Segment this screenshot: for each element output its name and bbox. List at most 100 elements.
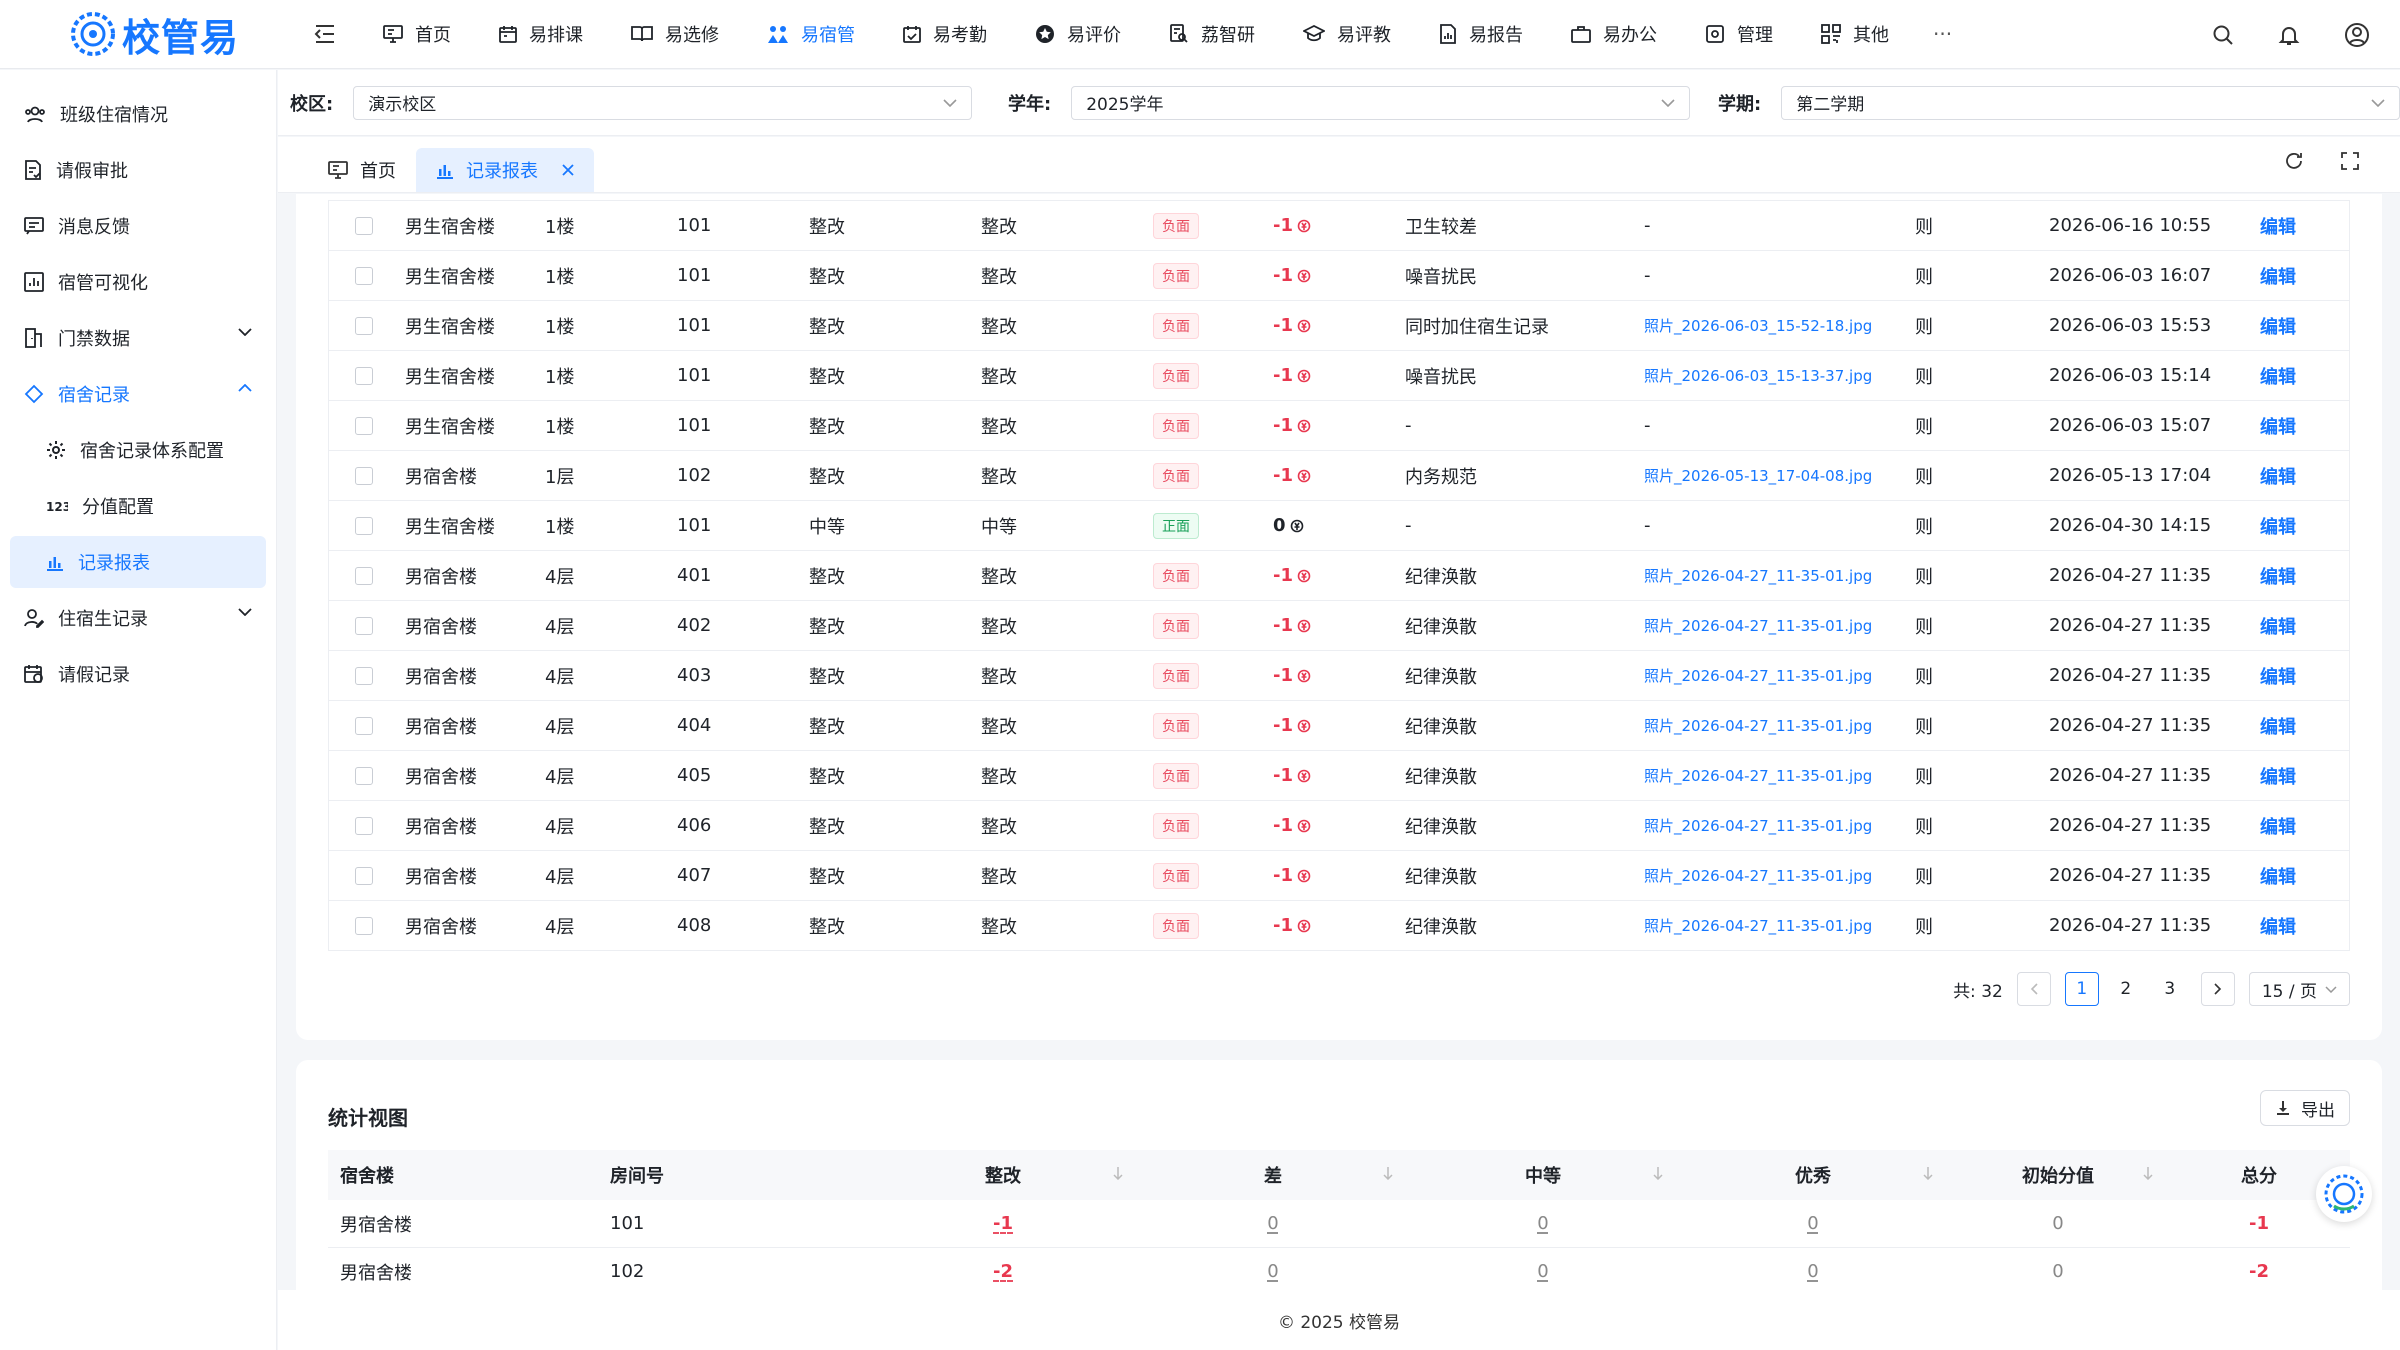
user-avatar-icon[interactable] — [2344, 22, 2370, 48]
page-size-select[interactable]: 15 / 页 — [2248, 972, 2350, 1006]
edit-link[interactable]: 编辑 — [2260, 713, 2320, 739]
row-checkbox[interactable] — [355, 616, 373, 635]
photo-link[interactable]: 照片_2026-04-27_11-35-01.jpg — [1644, 665, 1915, 686]
sidebar-item-7[interactable]: 123 分值配置 — [10, 480, 266, 532]
row-checkbox[interactable] — [355, 916, 373, 935]
close-icon[interactable] — [562, 164, 574, 176]
edit-link[interactable]: 编辑 — [2260, 363, 2320, 389]
photo-link[interactable]: 照片_2026-06-03_15-52-18.jpg — [1644, 315, 1915, 336]
export-button[interactable]: 导出 — [2260, 1090, 2350, 1126]
prev-page-button[interactable] — [2016, 972, 2051, 1006]
photo-link[interactable]: 照片_2026-06-03_15-13-37.jpg — [1644, 365, 1915, 386]
sidebar-item-1[interactable]: 请假审批 — [10, 144, 266, 196]
stats-header-cell[interactable]: 优秀 — [1678, 1162, 1948, 1188]
photo-link[interactable]: 照片_2026-05-13_17-04-08.jpg — [1644, 465, 1915, 486]
photo-link[interactable]: 照片_2026-04-27_11-35-01.jpg — [1644, 915, 1915, 936]
sort-icon[interactable] — [1112, 1166, 1124, 1180]
search-icon[interactable] — [2212, 24, 2234, 46]
row-checkbox[interactable] — [355, 566, 373, 585]
row-checkbox[interactable] — [355, 816, 373, 835]
nav-item-6[interactable]: 荔智研 — [1145, 0, 1279, 69]
refresh-icon[interactable] — [2284, 151, 2304, 171]
sidebar-item-9[interactable]: 住宿生记录 — [10, 592, 266, 644]
next-page-button[interactable] — [2200, 972, 2235, 1006]
nav-item-5[interactable]: 易评价 — [1011, 0, 1145, 69]
stats-cell-excellent[interactable]: 0 — [1807, 1261, 1818, 1282]
edit-link[interactable]: 编辑 — [2260, 763, 2320, 789]
logo[interactable]: 校管易 — [0, 0, 277, 69]
sidebar-item-5[interactable]: 宿舍记录 — [10, 368, 266, 420]
sidebar-item-3[interactable]: 宿管可视化 — [10, 256, 266, 308]
tab-home[interactable]: 首页 — [308, 148, 416, 192]
stats-header-cell[interactable]: 整改 — [868, 1162, 1138, 1188]
row-checkbox[interactable] — [355, 366, 373, 385]
photo-link[interactable]: 照片_2026-04-27_11-35-01.jpg — [1644, 765, 1915, 786]
edit-link[interactable]: 编辑 — [2260, 663, 2320, 689]
photo-link[interactable]: 照片_2026-04-27_11-35-01.jpg — [1644, 565, 1915, 586]
edit-link[interactable]: 编辑 — [2260, 513, 2320, 539]
stats-header-cell[interactable]: 初始分值 — [1948, 1162, 2168, 1188]
row-checkbox[interactable] — [355, 866, 373, 885]
nav-more-button[interactable]: ··· — [1913, 22, 1972, 46]
nav-item-11[interactable]: 其他 — [1797, 0, 1913, 69]
bell-icon[interactable] — [2278, 24, 2300, 46]
nav-item-7[interactable]: 易评教 — [1279, 0, 1415, 69]
photo-link[interactable]: 照片_2026-04-27_11-35-01.jpg — [1644, 815, 1915, 836]
nav-item-10[interactable]: 管理 — [1681, 0, 1797, 69]
edit-link[interactable]: 编辑 — [2260, 413, 2320, 439]
sort-icon[interactable] — [1382, 1166, 1394, 1180]
term-select[interactable]: 第二学期 — [1781, 85, 2400, 120]
stats-cell-poor[interactable]: 0 — [1267, 1213, 1278, 1234]
stats-cell-poor[interactable]: 0 — [1267, 1261, 1278, 1282]
edit-link[interactable]: 编辑 — [2260, 463, 2320, 489]
stats-header-cell[interactable]: 差 — [1138, 1162, 1408, 1188]
nav-item-2[interactable]: 易选修 — [607, 0, 743, 69]
sidebar-item-8[interactable]: 记录报表 — [10, 536, 266, 588]
stats-cell-excellent[interactable]: 0 — [1807, 1213, 1818, 1234]
sidebar-item-2[interactable]: 消息反馈 — [10, 200, 266, 252]
row-checkbox[interactable] — [355, 666, 373, 685]
page-number-button[interactable]: 3 — [2153, 972, 2187, 1006]
stats-cell-medium[interactable]: 0 — [1537, 1261, 1548, 1282]
page-number-button[interactable]: 2 — [2109, 972, 2143, 1006]
nav-item-9[interactable]: 易办公 — [1547, 0, 1681, 69]
edit-link[interactable]: 编辑 — [2260, 813, 2320, 839]
row-checkbox[interactable] — [355, 266, 373, 285]
row-checkbox[interactable] — [355, 216, 373, 235]
nav-item-3[interactable]: 易宿管 — [743, 0, 879, 69]
sort-icon[interactable] — [1922, 1166, 1934, 1180]
edit-link[interactable]: 编辑 — [2260, 313, 2320, 339]
photo-link[interactable]: 照片_2026-04-27_11-35-01.jpg — [1644, 715, 1915, 736]
row-checkbox[interactable] — [355, 716, 373, 735]
edit-link[interactable]: 编辑 — [2260, 863, 2320, 889]
edit-link[interactable]: 编辑 — [2260, 213, 2320, 239]
sidebar-item-0[interactable]: 班级住宿情况 — [10, 88, 266, 140]
edit-link[interactable]: 编辑 — [2260, 913, 2320, 939]
nav-item-4[interactable]: 易考勤 — [879, 0, 1011, 69]
year-select[interactable]: 2025学年 — [1071, 85, 1690, 120]
collapse-sidebar-icon[interactable] — [305, 14, 345, 54]
fullscreen-icon[interactable] — [2340, 151, 2360, 171]
nav-item-0[interactable]: 首页 — [359, 0, 475, 69]
row-checkbox[interactable] — [355, 766, 373, 785]
sort-icon[interactable] — [1652, 1166, 1664, 1180]
nav-item-1[interactable]: 易排课 — [475, 0, 607, 69]
stats-cell-medium[interactable]: 0 — [1537, 1213, 1548, 1234]
photo-link[interactable]: 照片_2026-04-27_11-35-01.jpg — [1644, 615, 1915, 636]
row-checkbox[interactable] — [355, 516, 373, 535]
campus-select[interactable]: 演示校区 — [353, 85, 972, 120]
stats-cell-rectify[interactable]: -1 — [993, 1213, 1013, 1234]
edit-link[interactable]: 编辑 — [2260, 613, 2320, 639]
nav-item-8[interactable]: 易报告 — [1415, 0, 1547, 69]
floating-assistant-button[interactable] — [2316, 1166, 2372, 1222]
edit-link[interactable]: 编辑 — [2260, 563, 2320, 589]
sidebar-item-4[interactable]: 门禁数据 — [10, 312, 266, 364]
stats-cell-rectify[interactable]: -2 — [993, 1261, 1013, 1282]
sort-icon[interactable] — [2142, 1166, 2154, 1180]
page-number-button[interactable]: 1 — [2064, 972, 2099, 1006]
edit-link[interactable]: 编辑 — [2260, 263, 2320, 289]
stats-header-cell[interactable]: 中等 — [1408, 1162, 1678, 1188]
row-checkbox[interactable] — [355, 416, 373, 435]
sidebar-item-6[interactable]: 宿舍记录体系配置 — [10, 424, 266, 476]
row-checkbox[interactable] — [355, 466, 373, 485]
